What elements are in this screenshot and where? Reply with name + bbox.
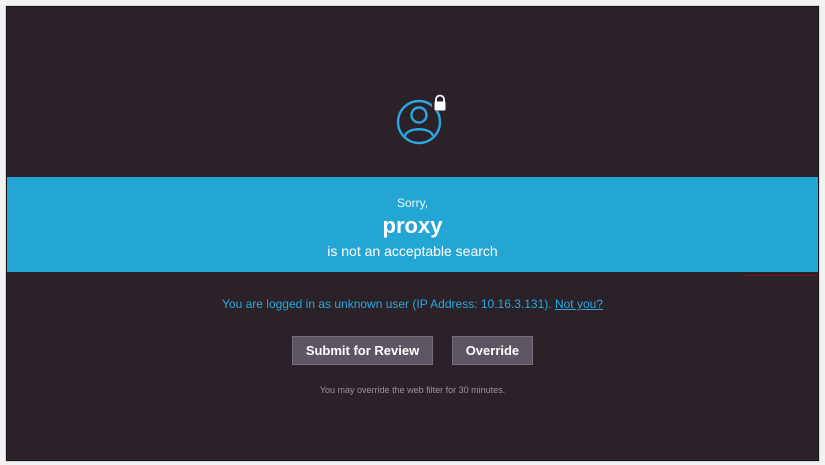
login-text: You are logged in as unknown user (IP Ad… xyxy=(222,297,552,311)
blocked-page: Sorry, proxy is not an acceptable search… xyxy=(6,6,819,461)
action-buttons: Submit for Review Override xyxy=(7,336,818,365)
override-note: You may override the web filter for 30 m… xyxy=(319,385,506,395)
override-button[interactable]: Override xyxy=(451,336,534,365)
not-you-link[interactable]: Not you? xyxy=(555,297,603,311)
submit-for-review-button[interactable]: Submit for Review xyxy=(291,336,434,365)
block-message: is not an acceptable search xyxy=(327,243,498,259)
divider xyxy=(742,275,818,276)
sorry-text: Sorry, xyxy=(396,196,429,210)
block-banner: Sorry, proxy is not an acceptable search xyxy=(7,177,818,272)
user-lock-icon xyxy=(390,91,452,153)
blocked-term: proxy xyxy=(382,213,443,238)
login-info: You are logged in as unknown user (IP Ad… xyxy=(7,297,818,311)
